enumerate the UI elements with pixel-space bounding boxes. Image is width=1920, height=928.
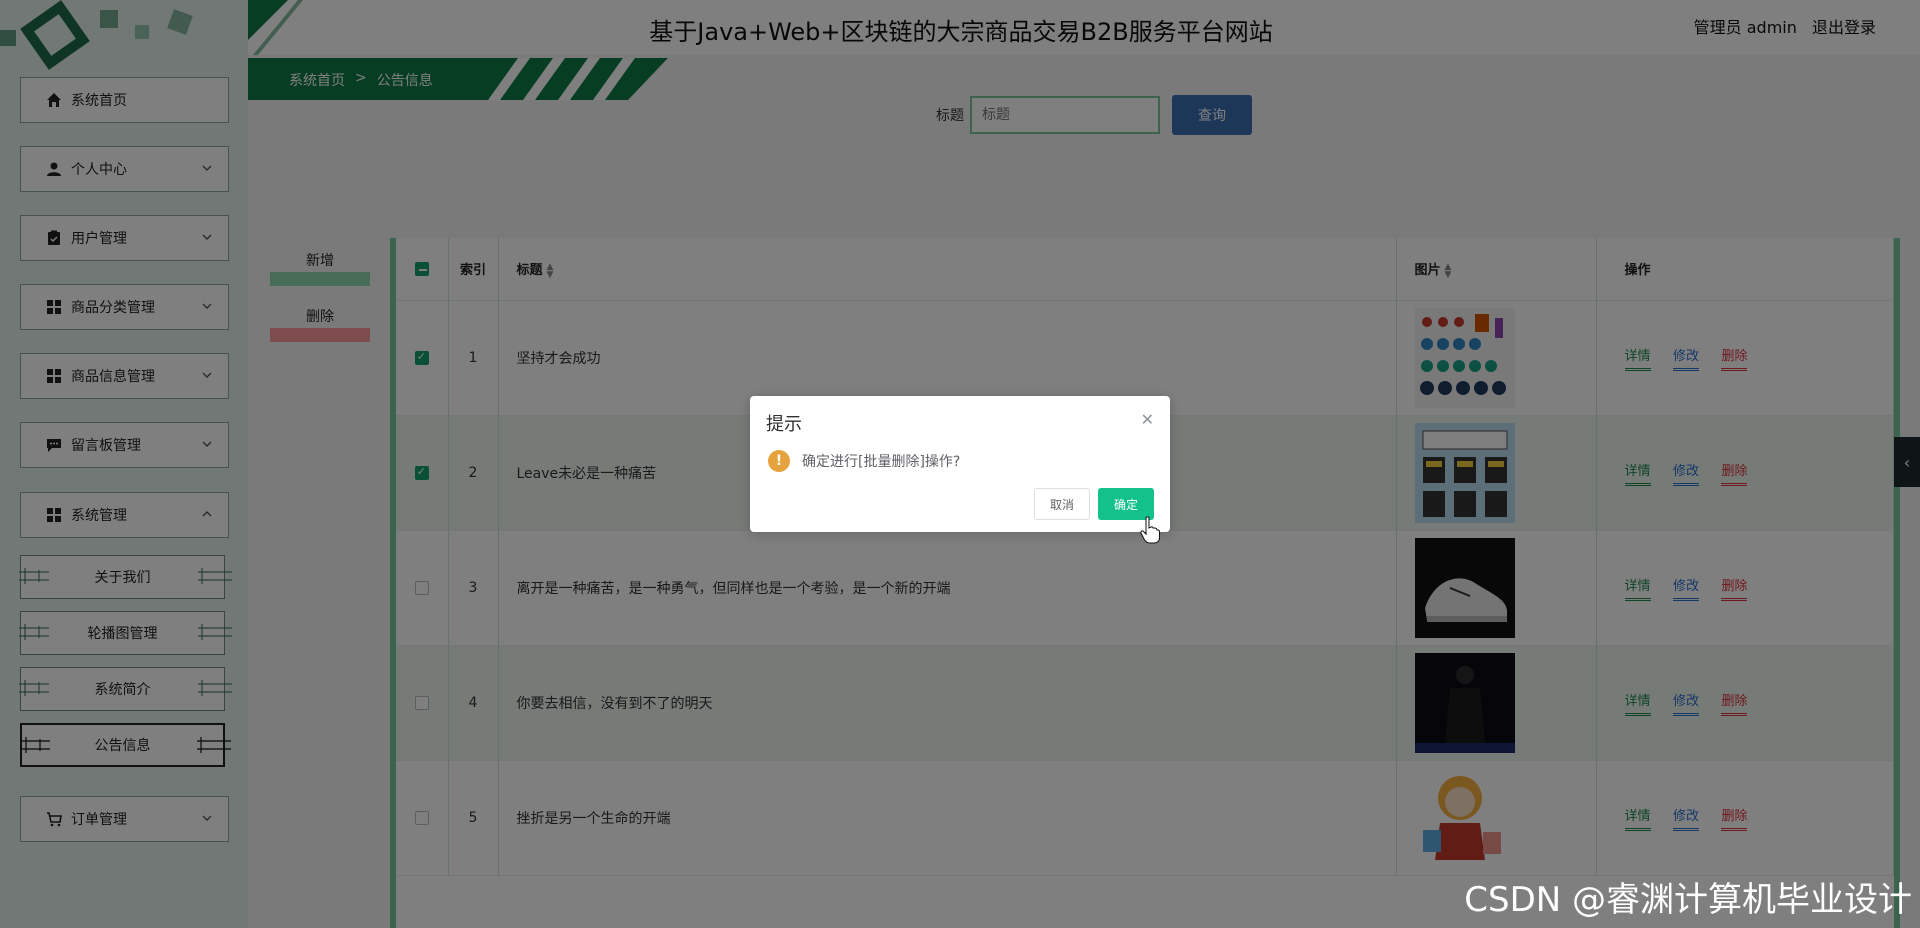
warning-icon: ! [768, 450, 790, 472]
cancel-button[interactable]: 取消 [1034, 488, 1090, 520]
confirm-dialog: 提示 ✕ ! 确定进行[批量删除]操作? 取消 确定 [750, 396, 1170, 532]
close-icon[interactable]: ✕ [1141, 410, 1154, 429]
dialog-buttons: 取消 确定 [1034, 488, 1154, 520]
watermark: CSDN @睿渊计算机毕业设计 [1464, 880, 1912, 920]
dialog-title: 提示 [766, 414, 802, 435]
hand-cursor-icon [1140, 516, 1160, 544]
dialog-message-row: ! 确定进行[批量删除]操作? [768, 450, 960, 472]
dialog-message: 确定进行[批量删除]操作? [802, 454, 961, 470]
